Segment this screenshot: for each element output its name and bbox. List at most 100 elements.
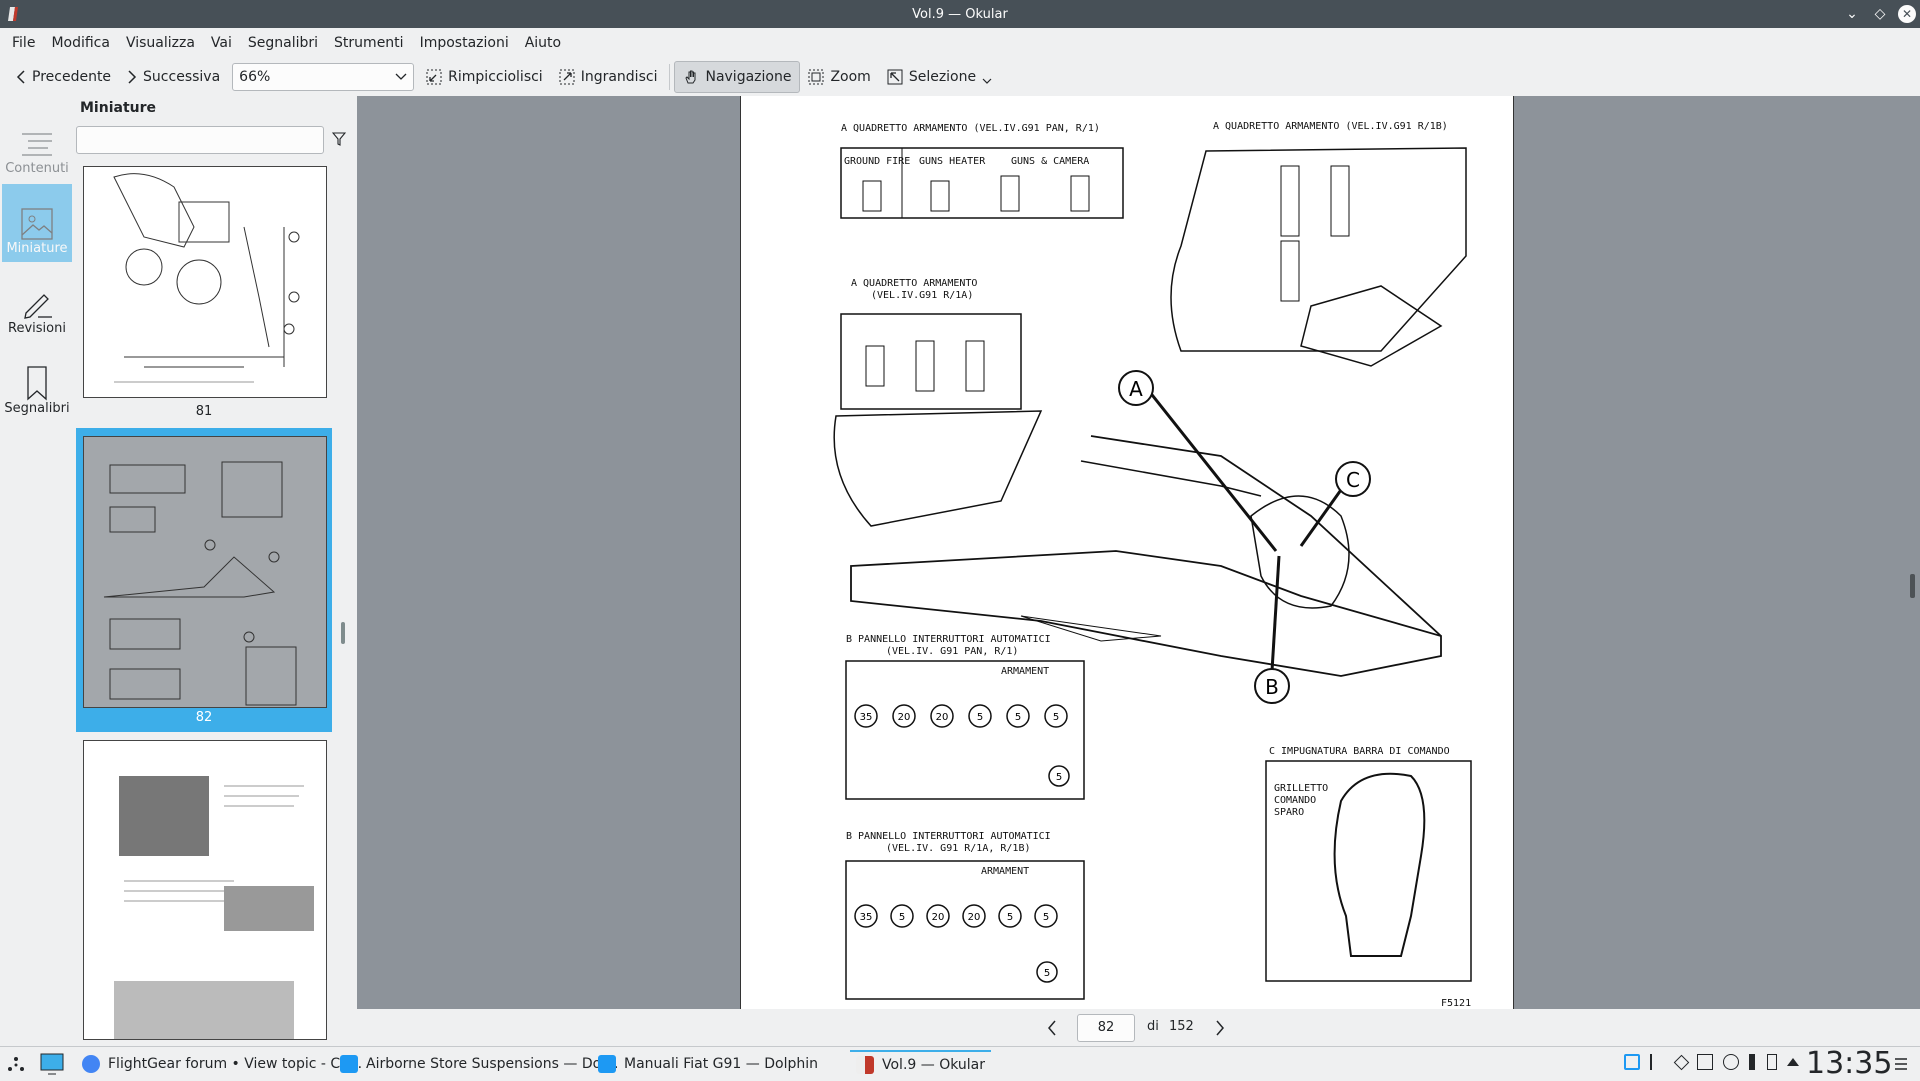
navigation-tool-button[interactable]: Navigazione: [674, 61, 801, 93]
battery-icon[interactable]: [1767, 1054, 1777, 1070]
sidebar-tab-contents-label: Contenuti: [5, 161, 69, 176]
task-firefox[interactable]: FlightGear forum • View topic - Ca...: [76, 1050, 368, 1078]
thumbnail-page-number: 81: [195, 404, 213, 419]
menu-impostazioni[interactable]: Impostazioni: [412, 28, 517, 58]
label-a1: A QUADRETTO ARMAMENTO (VEL.IV.G91 PAN, R…: [841, 123, 1100, 134]
page-number-input[interactable]: 82: [1077, 1014, 1135, 1042]
next-page-icon[interactable]: [1215, 1020, 1225, 1036]
volume-icon[interactable]: [1749, 1054, 1757, 1070]
notifications-icon[interactable]: [1624, 1054, 1640, 1070]
menu-strumenti[interactable]: Strumenti: [326, 28, 412, 58]
zoom-select[interactable]: 66%: [232, 63, 415, 91]
sidebar-tab-thumbnails[interactable]: Miniature: [2, 184, 72, 262]
menu-segnalibri[interactable]: Segnalibri: [240, 28, 326, 58]
breaker-value: 5: [1015, 712, 1021, 723]
hand-icon: [685, 70, 696, 84]
selection-icon: [887, 69, 903, 85]
bookmark-icon: [27, 366, 47, 401]
menu-vai[interactable]: Vai: [203, 28, 240, 58]
selection-tool-button[interactable]: Selezione: [879, 61, 1000, 93]
callout-b: B: [1265, 675, 1279, 699]
previous-button[interactable]: Precedente: [8, 61, 119, 93]
clock: 13:35: [1806, 1046, 1893, 1081]
label-a3: A QUADRETTO ARMAMENTO: [851, 278, 977, 289]
breaker-row-b2: 35 5 20 20 5 5: [854, 904, 1058, 928]
breaker-value: 5: [1043, 912, 1049, 923]
sidebar-tab-contents[interactable]: Contenuti: [2, 104, 72, 182]
callout-c: C: [1346, 468, 1360, 492]
image-icon: [21, 208, 53, 240]
breaker-value: 5: [977, 712, 983, 723]
menu-bar: File Modifica Visualizza Vai Segnalibri …: [0, 28, 1920, 58]
breaker-value: 5: [1007, 912, 1013, 923]
breaker-value: 20: [898, 712, 911, 723]
minimize-icon[interactable]: ⌄: [1842, 4, 1862, 24]
menu-aiuto[interactable]: Aiuto: [517, 28, 569, 58]
zoom-tool-label: Zoom: [830, 69, 871, 85]
menu-modifica[interactable]: Modifica: [43, 28, 118, 58]
zoom-out-label: Rimpicciolisci: [448, 69, 543, 85]
filter-icon[interactable]: [332, 132, 346, 146]
menu-visualizza[interactable]: Visualizza: [118, 28, 203, 58]
pen-icon: [24, 294, 52, 319]
menu-file[interactable]: File: [4, 28, 43, 58]
previous-page-icon[interactable]: [1047, 1020, 1057, 1036]
task-label: Manuali Fiat G91 — Dolphin: [624, 1056, 818, 1072]
window-title: Vol.9 — Okular: [912, 6, 1008, 22]
sidebar-tab-bookmarks[interactable]: Segnalibri: [2, 344, 72, 422]
breaker-value: 20: [932, 912, 945, 923]
thumbnail-image: [83, 166, 327, 398]
zoom-out-icon: [426, 69, 442, 85]
zoom-in-icon: [559, 69, 575, 85]
callout-a: A: [1129, 377, 1143, 401]
aircraft-drawing: [850, 550, 1442, 677]
zoom-tool-button[interactable]: Zoom: [800, 61, 878, 93]
panel-splitter-handle[interactable]: [341, 622, 345, 644]
breaker-value: 5: [899, 912, 905, 923]
thumbnail-page-83[interactable]: [76, 732, 332, 1046]
label-a2: A QUADRETTO ARMAMENTO (VEL.IV.G91 R/1B): [1213, 121, 1448, 132]
bluetooth-icon[interactable]: [1650, 1054, 1666, 1070]
desktop-icon[interactable]: [40, 1053, 64, 1075]
document-page: A QUADRETTO ARMAMENTO (VEL.IV.G91 PAN, R…: [740, 96, 1514, 1009]
page-of-label: di: [1147, 1019, 1159, 1034]
label-sparo: SPARO: [1274, 807, 1304, 818]
breaker-gear-b2: 5: [1044, 968, 1050, 979]
folder-icon: [340, 1055, 358, 1073]
close-icon[interactable]: ✕: [1898, 5, 1916, 23]
navigation-label: Navigazione: [705, 69, 792, 85]
app-launcher-icon[interactable]: [6, 1055, 26, 1075]
folder-icon: [598, 1055, 616, 1073]
chevron-down-icon: [982, 78, 992, 84]
thumbnails-panel: Miniature 81 82: [74, 96, 354, 1046]
window-titlebar: Vol.9 — Okular ⌄ ◇ ✕: [0, 0, 1920, 28]
thumbnail-search-input[interactable]: [76, 126, 324, 154]
thumbnail-page-81[interactable]: 81: [76, 166, 332, 428]
document-viewer[interactable]: A QUADRETTO ARMAMENTO (VEL.IV.G91 PAN, R…: [357, 96, 1920, 1009]
sidebar-tab-thumbnails-label: Miniature: [6, 241, 68, 256]
task-okular[interactable]: Vol.9 — Okular: [850, 1050, 991, 1078]
maximize-icon[interactable]: ◇: [1870, 4, 1890, 24]
thumbnail-page-82[interactable]: 82: [76, 428, 332, 732]
task-label: Vol.9 — Okular: [882, 1057, 985, 1073]
menu-icon[interactable]: [1894, 1057, 1908, 1071]
expand-tray-icon[interactable]: [1787, 1058, 1799, 1066]
task-dolphin-1[interactable]: Airborne Store Suspensions — Dol...: [334, 1050, 624, 1078]
zoom-in-button[interactable]: Ingrandisci: [551, 61, 666, 93]
dropbox-icon[interactable]: [1673, 1054, 1690, 1070]
network-icon[interactable]: [1723, 1054, 1739, 1070]
taskbar: FlightGear forum • View topic - Ca... Ai…: [0, 1046, 1920, 1081]
system-tray: [1624, 1054, 1799, 1070]
zoom-out-button[interactable]: Rimpicciolisci: [418, 61, 551, 93]
breaker-value: 35: [860, 712, 873, 723]
sidebar-tab-reviews[interactable]: Revisioni: [2, 264, 72, 342]
next-button[interactable]: Successiva: [119, 61, 228, 93]
task-dolphin-2[interactable]: Manuali Fiat G91 — Dolphin: [592, 1050, 824, 1078]
task-label: Airborne Store Suspensions — Dol...: [366, 1056, 619, 1072]
label-armament-2: ARMAMENT: [981, 866, 1029, 877]
vertical-scrollbar[interactable]: [1910, 574, 1915, 598]
chevron-down-icon: [395, 73, 407, 80]
page-navigation-bar: 82 di 152: [357, 1009, 1920, 1046]
thumbnail-image: [83, 436, 327, 708]
display-icon[interactable]: [1697, 1054, 1713, 1070]
